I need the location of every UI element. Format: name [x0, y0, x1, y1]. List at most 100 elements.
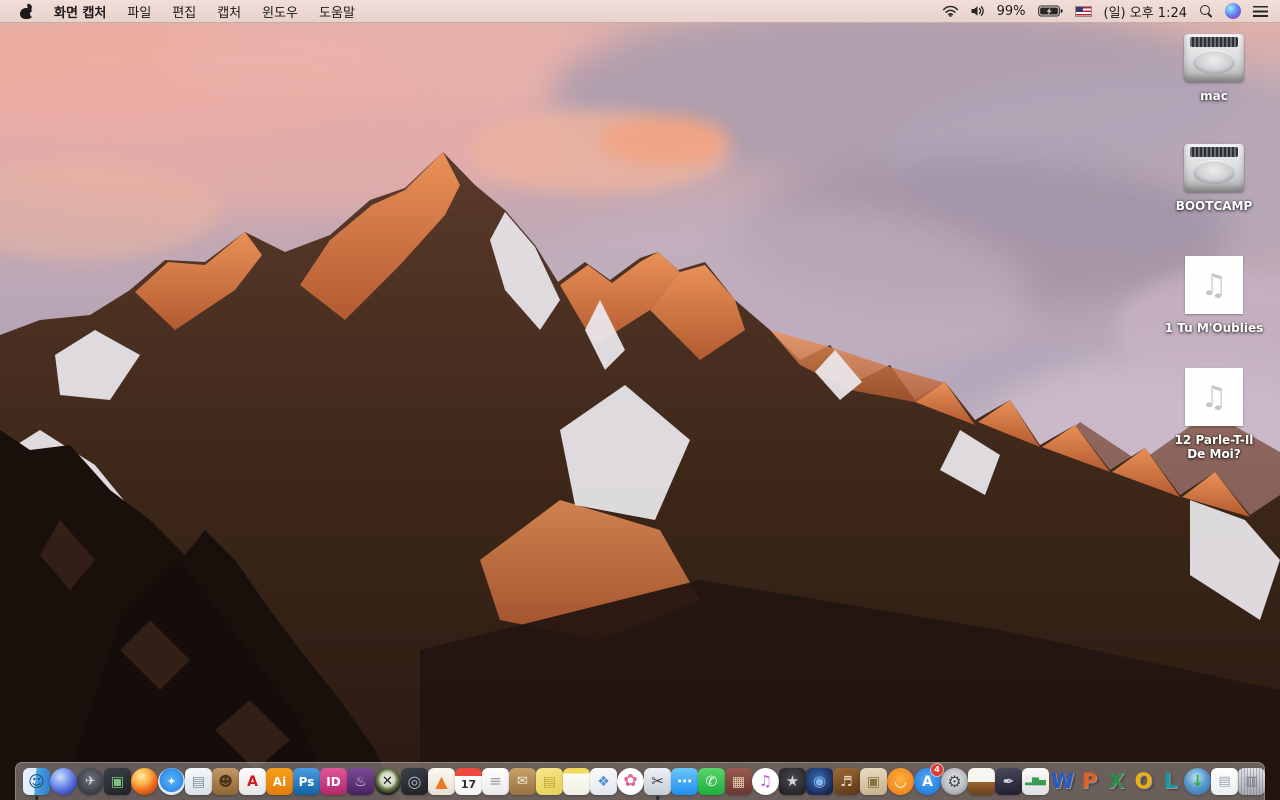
pages-icon: ✒: [995, 768, 1022, 795]
dock-item-finder[interactable]: ☺: [23, 764, 50, 800]
dock-item-flashcards-app[interactable]: ❖: [590, 764, 617, 800]
menu-file[interactable]: 파일: [127, 2, 151, 21]
menu-bar-status: 99% (일) 오후 1:24: [942, 2, 1280, 21]
wifi-icon: [942, 5, 958, 17]
desktop-icon-bootcamp-drive[interactable]: BOOTCAMP: [1164, 144, 1264, 213]
volume-menu[interactable]: [971, 5, 985, 17]
dock-item-photo-booth[interactable]: ▦: [725, 764, 752, 800]
dock-item-document-file[interactable]: ▤: [1211, 764, 1238, 800]
dock-item-adobe-illustrator[interactable]: Ai: [266, 764, 293, 800]
dock-item-reminders[interactable]: ≡: [482, 764, 509, 800]
dock-item-adobe-acrobat[interactable]: A: [239, 764, 266, 800]
menu-bar: 화면 캡처 파일 편집 캡처 윈도우 도움말 99% (일) 오후 1:24: [0, 0, 1280, 23]
dock-item-facetime[interactable]: ✆: [698, 764, 725, 800]
photos-icon: ✿: [617, 768, 644, 795]
imovie-icon: ★: [779, 768, 806, 795]
siri-icon: [1225, 3, 1241, 19]
desktop-icon-audio-file-2[interactable]: ♫ 12 Parle-T-Il De Moi?: [1164, 368, 1264, 461]
apple-bite-icon: [30, 10, 36, 17]
search-icon: [1199, 4, 1213, 18]
adobe-photoshop-icon: Ps: [293, 768, 320, 795]
safari-icon: ✦: [158, 768, 185, 795]
spotlight-menu[interactable]: [1199, 4, 1213, 18]
system-preferences-icon: ⚙: [941, 768, 968, 795]
finder-icon: ☺: [23, 768, 50, 795]
desktop-icon-label: BOOTCAMP: [1175, 199, 1253, 213]
dock-item-stickies[interactable]: ▤: [536, 764, 563, 800]
apple-menu[interactable]: [20, 3, 36, 19]
contacts-icon: ☻: [212, 768, 239, 795]
ms-outlook-icon: O: [1134, 769, 1153, 793]
grab-screen-capture-running-indicator: [655, 796, 660, 800]
dock-item-photos[interactable]: ✿: [617, 764, 644, 800]
ms-lync-icon: L: [1163, 769, 1178, 793]
dock-item-safari[interactable]: ✦: [158, 764, 185, 800]
dock-item-preview[interactable]: ▤: [185, 764, 212, 800]
dock-item-imovie[interactable]: ★: [779, 764, 806, 800]
dock-item-grab-screen-capture[interactable]: ✂: [644, 764, 671, 800]
dock-item-adobe-photoshop[interactable]: Ps: [293, 764, 320, 800]
menu-bar-left: 화면 캡처 파일 편집 캡처 윈도우 도움말: [0, 2, 355, 21]
battery-menu[interactable]: [1037, 5, 1063, 17]
dock-item-launchpad[interactable]: ✈: [77, 764, 104, 800]
dock-item-contacts[interactable]: ☻: [212, 764, 239, 800]
audio-file-icon: ♫: [1185, 368, 1243, 426]
dock-item-messages[interactable]: ⋯: [671, 764, 698, 800]
dock-item-ms-word[interactable]: W: [1049, 764, 1076, 800]
dock-item-itunes[interactable]: ♫: [752, 764, 779, 800]
dock-item-keynote[interactable]: [968, 764, 995, 800]
menu-capture[interactable]: 캡처: [217, 2, 241, 21]
toast-icon: ♨: [347, 768, 374, 795]
dock-item-firefox[interactable]: [131, 764, 158, 800]
dock-item-vlc[interactable]: ▲: [428, 764, 455, 800]
menu-edit[interactable]: 편집: [172, 2, 196, 21]
dock-item-ms-outlook[interactable]: O: [1130, 764, 1157, 800]
desktop-icon-mac-drive[interactable]: mac: [1164, 34, 1264, 103]
flashcards-app-icon: ❖: [590, 768, 617, 795]
dock-item-disk-fan-utility[interactable]: ◎: [401, 764, 428, 800]
dock-item-app-store[interactable]: A4: [914, 763, 943, 800]
dock-item-ms-powerpoint[interactable]: P: [1076, 764, 1103, 800]
dock-item-toast[interactable]: ♨: [347, 764, 374, 800]
dock-item-mission-control[interactable]: ▣: [104, 764, 131, 800]
stickies-icon: ▤: [536, 768, 563, 795]
hard-drive-icon: [1184, 144, 1244, 192]
input-source-menu[interactable]: [1074, 5, 1092, 17]
dock-item-scrapbook-app[interactable]: ▣: [860, 764, 887, 800]
launchpad-icon: ✈: [77, 768, 104, 795]
dock-item-garageband[interactable]: ♬: [833, 764, 860, 800]
wifi-menu[interactable]: [942, 5, 959, 17]
dock-item-idvd[interactable]: ◉: [806, 764, 833, 800]
dock-item-ms-excel[interactable]: X: [1103, 764, 1130, 800]
notification-center-menu[interactable]: [1253, 5, 1268, 17]
dock-item-adobe-indesign[interactable]: ID: [320, 764, 347, 800]
notes-icon: [563, 768, 590, 795]
document-file-icon: ▤: [1211, 768, 1238, 795]
dock-item-ibooks[interactable]: ◡: [887, 764, 914, 800]
dock-item-package-utility[interactable]: ✉: [509, 764, 536, 800]
dock-item-trash[interactable]: ▥: [1238, 764, 1265, 800]
firefox-icon: [131, 768, 158, 795]
dock: ☺ ✈ ▣ ✦ ▤ ☻ A Ai Ps ID ♨ ✕ ◎ ▲ 17 ≡ ✉ ▤ ❖ ✿ ✂ ⋯ ✆ ▦ ♫ ★ ◉ ♬ ▣ ◡ A 4 ⚙ ✒ ▂▆…: [15, 762, 1265, 800]
music-note-icon: ♫: [1200, 267, 1228, 303]
audio-file-icon: ♫: [1185, 256, 1243, 314]
dock-item-system-preferences[interactable]: ⚙: [941, 764, 968, 800]
dock-item-pages[interactable]: ✒: [995, 764, 1022, 800]
menu-window[interactable]: 윈도우: [262, 2, 298, 21]
photo-booth-icon: ▦: [725, 768, 752, 795]
clock-menu[interactable]: (일) 오후 1:24: [1104, 2, 1187, 21]
menu-help[interactable]: 도움말: [319, 2, 355, 21]
itunes-icon: ♫: [752, 768, 779, 795]
desktop-icon-audio-file-1[interactable]: ♫ 1 Tu M'Oublies: [1164, 256, 1264, 335]
numbers-icon: ▂▆▄: [1022, 768, 1049, 795]
dock-item-calendar[interactable]: 17: [455, 764, 482, 800]
ms-powerpoint-icon: P: [1081, 769, 1098, 793]
dock-item-siri[interactable]: [50, 764, 77, 800]
dock-item-x-media-app[interactable]: ✕: [374, 764, 401, 800]
siri-menu[interactable]: [1225, 3, 1241, 19]
dock-item-globe-download-app[interactable]: ↓: [1184, 764, 1211, 800]
dock-item-ms-lync[interactable]: L: [1157, 764, 1184, 800]
menu-app-name[interactable]: 화면 캡처: [54, 2, 106, 21]
dock-item-notes[interactable]: [563, 764, 590, 800]
dock-item-numbers[interactable]: ▂▆▄: [1022, 764, 1049, 800]
